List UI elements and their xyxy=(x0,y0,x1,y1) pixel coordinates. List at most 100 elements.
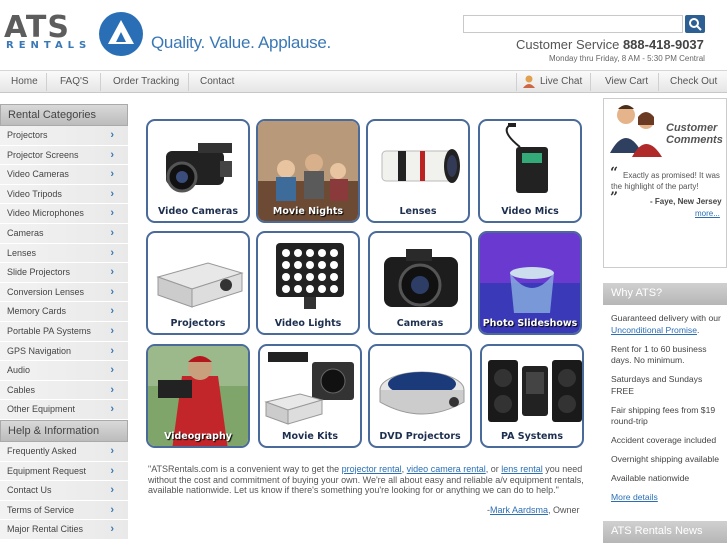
sidebar-item-label: Conversion Lenses xyxy=(7,286,85,297)
nav-live-chat[interactable]: Live Chat xyxy=(540,76,582,87)
sidebar-item-video-microphones[interactable]: Video Microphones › xyxy=(0,204,128,224)
sidebar-item-label: Lenses xyxy=(7,247,37,258)
chevron-right-icon: › xyxy=(110,266,114,279)
sidebar-item-label: Terms of Service xyxy=(7,504,75,515)
tile-lenses[interactable]: Lenses xyxy=(366,119,470,223)
sidebar-item-conversion-lenses[interactable]: Conversion Lenses › xyxy=(0,282,128,303)
logo-sub: RENTALS xyxy=(6,40,92,51)
tile-photo-slideshows[interactable]: Photo Slideshows xyxy=(478,231,582,335)
top-nav: Home FAQ'S Order Tracking Contact Live C… xyxy=(0,70,727,93)
nav-divider xyxy=(590,73,591,91)
sidebar-item-contact-us[interactable]: Contact Us › xyxy=(0,481,128,501)
tile-pa-systems[interactable]: PA Systems xyxy=(480,344,584,448)
lens-rental-link[interactable]: lens rental xyxy=(501,464,543,474)
intro-text: "ATSRentals.com is a convenient way to g… xyxy=(148,464,588,496)
tile-label: Cameras xyxy=(396,318,444,329)
why-item: Saturdays and Sundays FREE xyxy=(611,374,703,396)
unconditional-promise-link[interactable]: Unconditional Promise xyxy=(611,325,697,335)
category-tiles: Video Cameras Movie Nights Lenses Video … xyxy=(146,119,586,452)
owner-name-link[interactable]: Mark Aardsma xyxy=(490,505,548,515)
sidebar-item-major-cities[interactable]: Major Rental Cities › xyxy=(0,520,128,540)
sidebar-item-gps[interactable]: GPS Navigation › xyxy=(0,341,128,362)
nav-check-out[interactable]: Check Out xyxy=(670,76,717,87)
tile-video-mics[interactable]: Video Mics xyxy=(478,119,582,223)
chevron-right-icon: › xyxy=(110,246,114,259)
live-chat-icon xyxy=(523,75,535,88)
chevron-right-icon: › xyxy=(110,444,114,457)
cs-hours: Monday thru Friday, 8 AM - 5:30 PM Centr… xyxy=(549,54,705,63)
chevron-right-icon: › xyxy=(110,523,114,536)
owner-signature: -Mark Aardsma, Owner xyxy=(487,505,580,515)
tile-dvd-projectors[interactable]: DVD Projectors xyxy=(368,344,472,448)
sidebar-item-lenses[interactable]: Lenses › xyxy=(0,243,128,264)
close-quote-icon: ” xyxy=(610,190,619,206)
chevron-right-icon: › xyxy=(110,226,114,239)
tile-video-lights[interactable]: Video Lights xyxy=(256,231,360,335)
comments-more-link[interactable]: more... xyxy=(695,209,720,218)
sidebar-item-other-equipment[interactable]: Other Equipment › xyxy=(0,400,128,420)
chevron-right-icon: › xyxy=(110,484,114,497)
chevron-right-icon: › xyxy=(110,168,114,181)
why-item: Fair shipping fees from $19 round-trip xyxy=(611,404,716,427)
tile-label: DVD Projectors xyxy=(379,431,461,442)
sidebar-item-label: Video Tripods xyxy=(7,188,62,199)
sidebar-item-projector-screens[interactable]: Projector Screens › xyxy=(0,145,128,166)
chevron-right-icon: › xyxy=(110,305,114,318)
sidebar-item-memory-cards[interactable]: Memory Cards › xyxy=(0,302,128,322)
nav-order-tracking[interactable]: Order Tracking xyxy=(113,76,179,87)
tile-cameras[interactable]: Cameras xyxy=(368,231,472,335)
nav-home[interactable]: Home xyxy=(11,76,38,87)
sidebar-item-terms[interactable]: Terms of Service › xyxy=(0,500,128,521)
tile-videography[interactable]: Videography xyxy=(146,344,250,448)
tile-label: Movie Nights xyxy=(272,206,344,217)
search-input[interactable] xyxy=(463,15,683,33)
sidebar-item-faq[interactable]: Frequently Asked › xyxy=(0,441,128,462)
tile-movie-nights[interactable]: Movie Nights xyxy=(256,119,360,223)
why-item: Overnight shipping available xyxy=(611,454,719,464)
sidebar-item-projectors[interactable]: Projectors › xyxy=(0,126,128,146)
chevron-right-icon: › xyxy=(110,344,114,357)
sidebar-item-cables[interactable]: Cables › xyxy=(0,380,128,401)
sidebar-item-label: Major Rental Cities xyxy=(7,524,84,535)
tile-projectors[interactable]: Projectors xyxy=(146,231,250,335)
sidebar-item-video-cameras[interactable]: Video Cameras › xyxy=(0,165,128,185)
tile-movie-kits[interactable]: Movie Kits xyxy=(258,344,362,448)
why-item-text: . xyxy=(696,324,700,335)
chevron-right-icon: › xyxy=(110,324,114,337)
sidebar-item-equipment-request[interactable]: Equipment Request › xyxy=(0,461,128,482)
sidebar-item-video-tripods[interactable]: Video Tripods › xyxy=(0,184,128,205)
sidebar-item-label: Projectors xyxy=(7,130,48,140)
chevron-right-icon: › xyxy=(110,285,114,298)
nav-divider xyxy=(100,73,101,91)
sidebar-item-label: Other Equipment xyxy=(7,404,76,415)
intro-text-part: , or xyxy=(485,464,502,474)
tile-video-cameras[interactable]: Video Cameras xyxy=(146,119,250,223)
more-details-link[interactable]: More details xyxy=(611,492,658,502)
sidebar-item-cameras[interactable]: Cameras › xyxy=(0,223,128,244)
sidebar-item-label: Video Microphones xyxy=(7,208,84,219)
phone-number: 888-418-9037 xyxy=(622,37,704,52)
why-item: Guaranteed delivery with our Uncondition… xyxy=(611,313,727,336)
sidebar-item-label: Equipment Request xyxy=(7,465,87,476)
sidebar-item-label: Cables xyxy=(7,384,36,395)
search-button[interactable] xyxy=(685,15,705,33)
nav-view-cart[interactable]: View Cart xyxy=(605,76,648,87)
nav-divider xyxy=(516,73,517,91)
customer-comments-title: Customer Comments xyxy=(666,122,723,146)
sidebar-item-audio[interactable]: Audio › xyxy=(0,361,128,381)
comment-author: - Faye, New Jersey xyxy=(650,197,722,206)
sidebar-item-slide-projectors[interactable]: Slide Projectors › xyxy=(0,263,128,283)
sidebar-item-label: Video Cameras xyxy=(7,169,69,180)
chevron-right-icon: › xyxy=(110,129,114,141)
sidebar-item-label: Audio xyxy=(7,365,31,376)
projector-rental-link[interactable]: projector rental xyxy=(342,464,402,474)
owner-suffix: , Owner xyxy=(548,505,580,515)
nav-faq[interactable]: FAQ'S xyxy=(60,76,89,87)
customers-icon xyxy=(610,105,662,157)
comment-quote: Exactly as promised! It was the highligh… xyxy=(611,170,721,192)
cs-label-text: Customer Service xyxy=(516,37,620,52)
ats-logo[interactable]: ATS RENTALS xyxy=(4,10,144,56)
sidebar-item-portable-pa[interactable]: Portable PA Systems › xyxy=(0,321,128,342)
nav-contact[interactable]: Contact xyxy=(200,76,234,87)
video-camera-rental-link[interactable]: video camera rental xyxy=(407,464,486,474)
